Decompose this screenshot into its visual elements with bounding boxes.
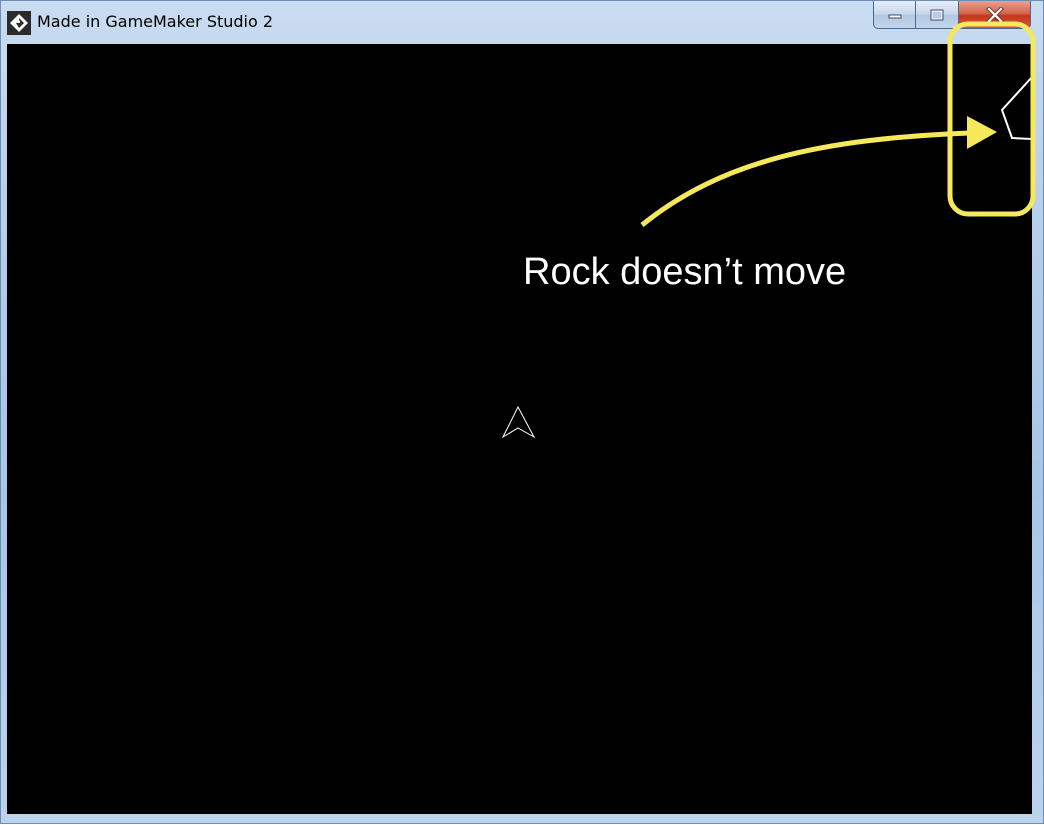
annotation-label: Rock doesn’t move [523,251,847,293]
highlight-box [947,21,1036,217]
annotation-arrowhead [967,116,997,149]
annotation-arrow-curve [640,130,970,227]
annotation-overlay [640,21,1036,227]
game-window: Made in GameMaker Studio 2 Rock doesn’t … [0,0,1044,824]
